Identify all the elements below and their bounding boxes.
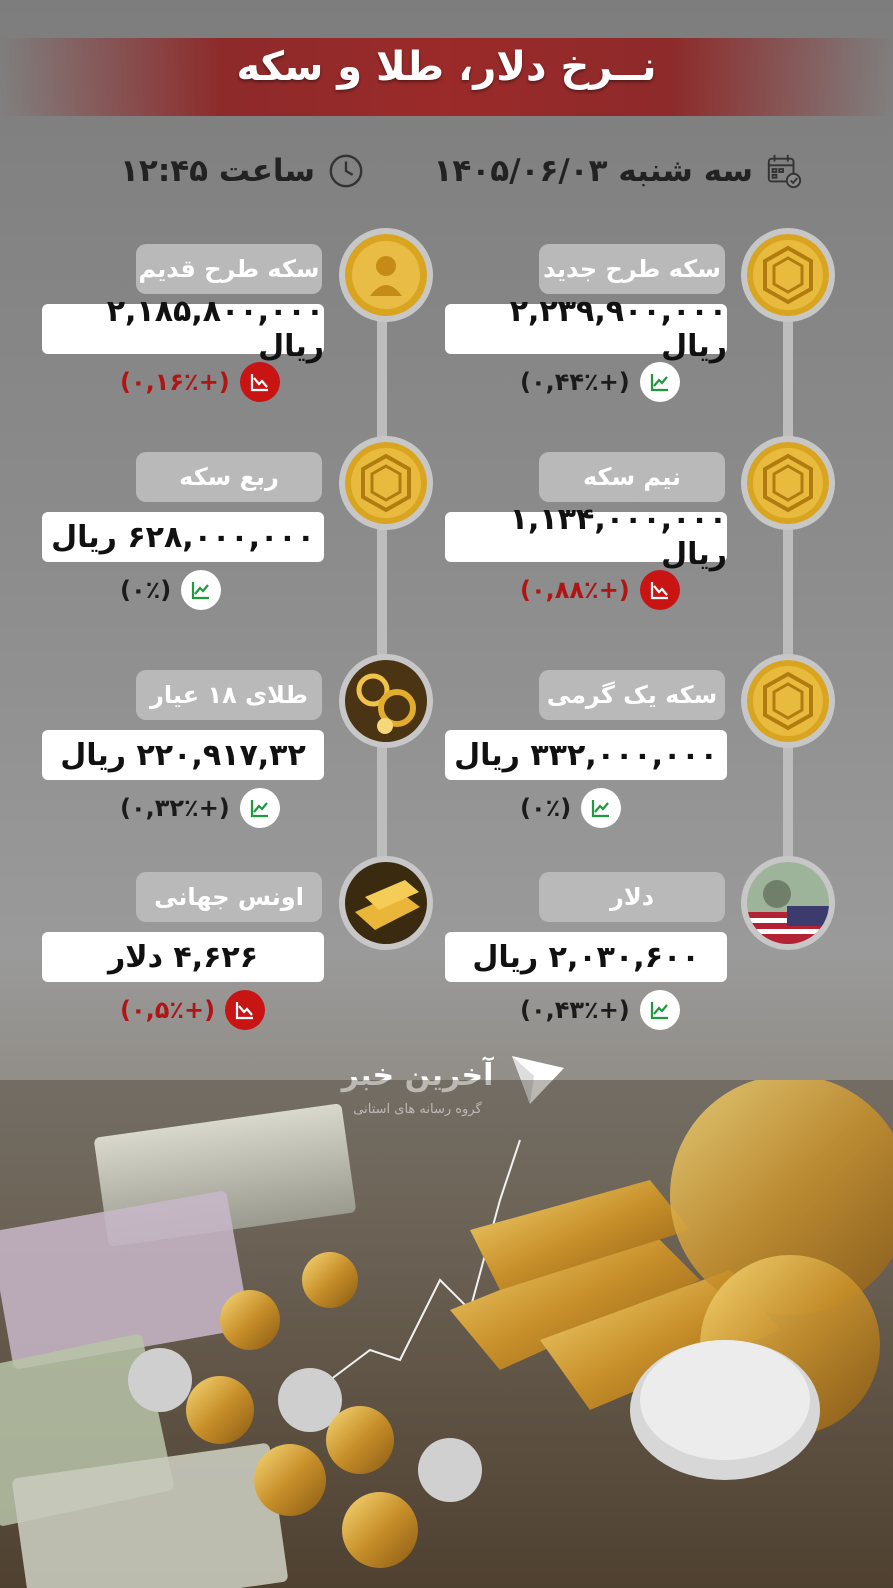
dollar-bill-icon bbox=[747, 862, 829, 944]
item-change: (+۰,۴۳٪) bbox=[520, 990, 680, 1030]
background-gold-money-illustration bbox=[0, 1080, 893, 1588]
item-price: ۴,۶۲۶ دلار bbox=[42, 932, 324, 982]
item-change: (+۰,۸۸٪) bbox=[520, 570, 680, 610]
item-label: سکه طرح قدیم bbox=[136, 244, 322, 294]
gold-bar-image bbox=[339, 856, 433, 950]
item-price: ۳۳۲,۰۰۰,۰۰۰ ریال bbox=[445, 730, 727, 780]
page-title: نــرخ دلار، طلا و سکه bbox=[236, 44, 657, 90]
gold-coin-image bbox=[741, 654, 835, 748]
dollar-bill-image bbox=[741, 856, 835, 950]
item-change: (+۰,۵٪) bbox=[120, 990, 266, 1030]
gold-coin-image bbox=[741, 436, 835, 530]
date-text: سه شنبه ۱۴۰۵/۰۶/۰۳ bbox=[433, 153, 753, 189]
item-label: ربع سکه bbox=[136, 452, 322, 502]
clock-icon bbox=[329, 154, 363, 188]
item-price: ۱,۱۳۴,۰۰۰,۰۰۰ ریال bbox=[445, 502, 727, 572]
change-percent: (+۰,۱۶٪) bbox=[120, 368, 230, 396]
item-price: ۶۲۸,۰۰۰,۰۰۰ ریال bbox=[42, 512, 324, 562]
change-percent: (۰٪) bbox=[120, 576, 172, 604]
calendar-icon bbox=[767, 154, 802, 189]
item-label: اونس جهانی bbox=[136, 872, 322, 922]
trend-up-icon bbox=[639, 362, 680, 402]
item-label: دلار bbox=[539, 872, 725, 922]
item-change: (+۰,۳۲٪) bbox=[120, 788, 280, 828]
change-percent: (+۰,۴۳٪) bbox=[520, 996, 630, 1024]
change-percent: (+۰,۸۸٪) bbox=[520, 576, 630, 604]
item-change: (+۰,۴۴٪) bbox=[520, 362, 680, 402]
item-change: (+۰,۱۶٪) bbox=[120, 362, 280, 402]
change-percent: (+۰,۳۲٪) bbox=[120, 794, 230, 822]
item-price: ۲,۰۳۰,۶۰۰ ریال bbox=[445, 932, 727, 982]
item-price: ۲۲۰,۹۱۷,۳۲ ریال bbox=[42, 730, 324, 780]
gold-coin-icon bbox=[345, 442, 427, 524]
date-display: سه شنبه ۱۴۰۵/۰۶/۰۳ bbox=[434, 152, 803, 190]
gold-jewelry-icon bbox=[345, 660, 427, 742]
gold-coin-icon bbox=[747, 442, 829, 524]
gold-coin-icon bbox=[747, 234, 829, 316]
gold-coin-icon bbox=[747, 660, 829, 742]
trend-up-icon bbox=[181, 570, 222, 610]
change-percent: (۰٪) bbox=[520, 794, 572, 822]
item-label: سکه یک گرمی bbox=[539, 670, 725, 720]
timeline-right bbox=[783, 275, 793, 915]
trend-down-icon bbox=[639, 570, 680, 610]
timeline-left bbox=[377, 275, 387, 915]
change-percent: (+۰,۴۴٪) bbox=[520, 368, 630, 396]
gold-coin-image bbox=[741, 228, 835, 322]
old-gold-coin-icon bbox=[345, 234, 427, 316]
change-percent: (+۰,۵٪) bbox=[120, 996, 216, 1024]
trend-down-icon bbox=[239, 362, 280, 402]
item-price: ۲,۱۸۵,۸۰۰,۰۰۰ ریال bbox=[42, 294, 324, 364]
time-display: ساعت ۱۲:۴۵ bbox=[120, 152, 365, 190]
item-change: (۰٪) bbox=[520, 788, 622, 828]
trend-up-icon bbox=[581, 788, 622, 828]
item-label: سکه طرح جدید bbox=[539, 244, 725, 294]
time-text: ساعت ۱۲:۴۵ bbox=[120, 153, 316, 189]
item-label: نیم سکه bbox=[539, 452, 725, 502]
item-label: طلای ۱۸ عیار bbox=[136, 670, 322, 720]
gold-bar-icon bbox=[345, 862, 427, 944]
trend-up-icon bbox=[239, 788, 280, 828]
gold-coin-image bbox=[339, 436, 433, 530]
item-change: (۰٪) bbox=[120, 570, 222, 610]
old-gold-coin-image bbox=[339, 228, 433, 322]
item-price: ۲,۲۳۹,۹۰۰,۰۰۰ ریال bbox=[445, 294, 727, 364]
trend-up-icon bbox=[639, 990, 680, 1030]
trend-down-icon bbox=[225, 990, 266, 1030]
gold-jewelry-image bbox=[339, 654, 433, 748]
